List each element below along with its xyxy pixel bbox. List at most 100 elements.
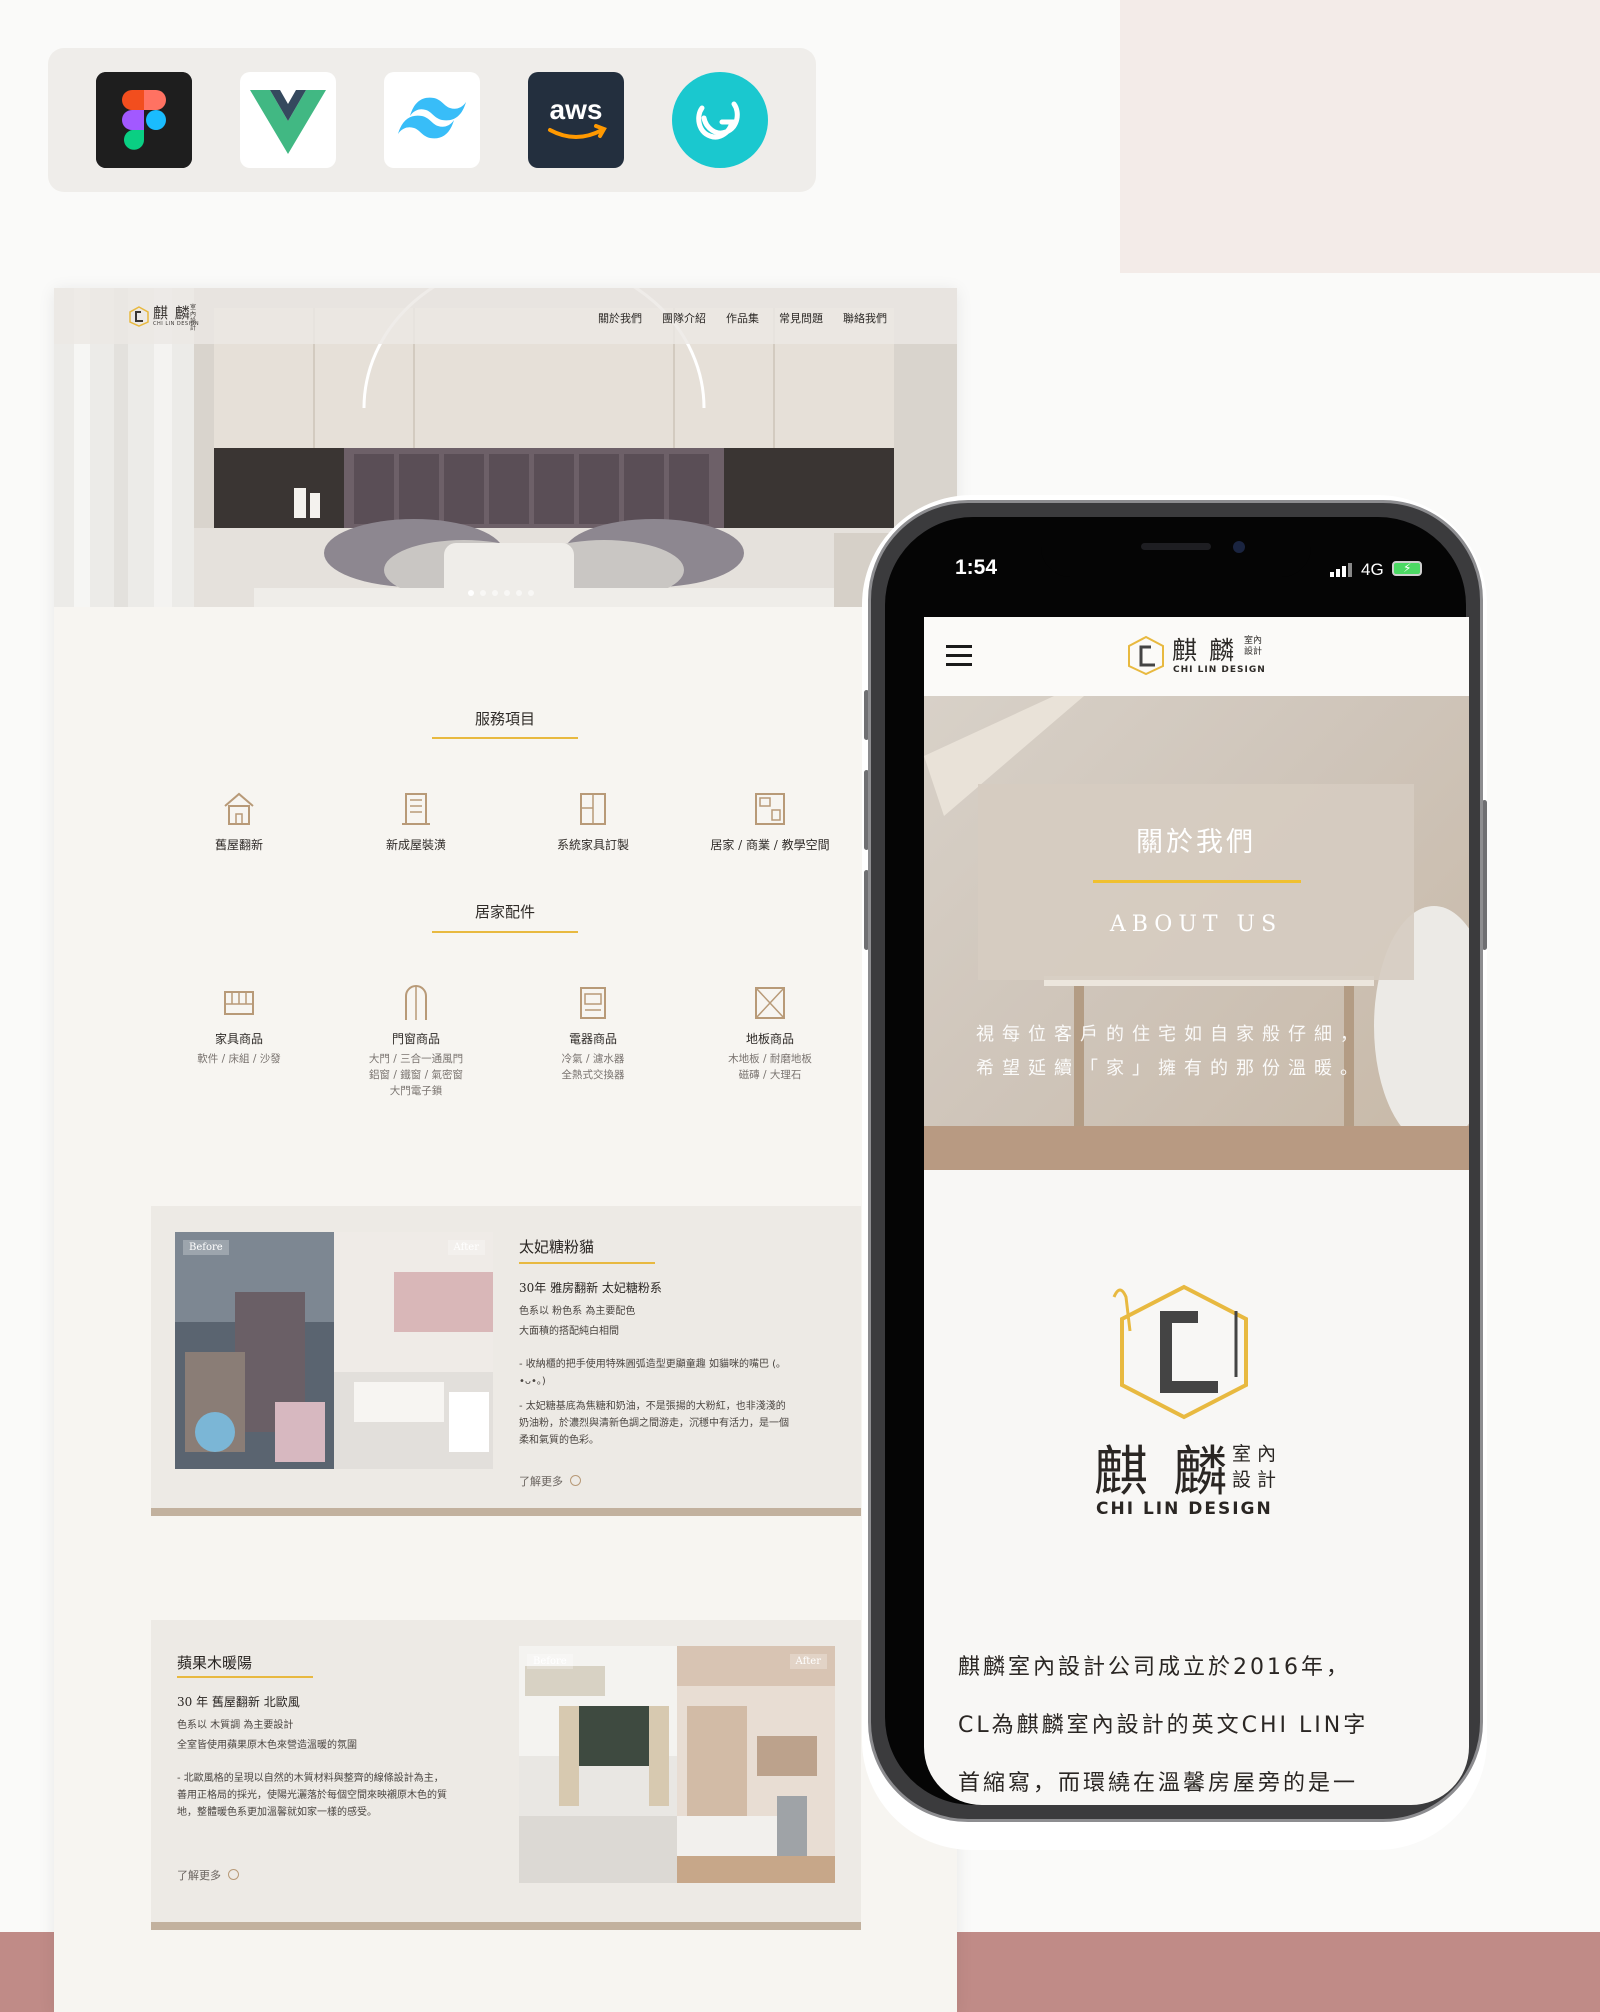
sofa-icon (224, 991, 254, 1015)
product-item[interactable]: 門窗商品 大門 / 三合一通風門 鋁窗 / 鐵窗 / 氣密窗 大門電子鎖 (341, 982, 491, 1099)
nav-link-team[interactable]: 團隊介紹 (662, 310, 706, 326)
after-tag: After (789, 1654, 827, 1669)
cabinet-icon (580, 793, 606, 825)
service-item[interactable]: 系統家具訂製 (518, 788, 668, 853)
signal-icon (1330, 563, 1352, 577)
desktop-nav-links: 關於我們 團隊介紹 作品集 常見問題 聯絡我們 (598, 310, 887, 326)
slider-dot[interactable] (504, 590, 510, 596)
case-paragraph: 大面積的搭配純白相間 (519, 1326, 619, 1337)
slider-dots (468, 590, 534, 596)
appliance-icon (580, 987, 606, 1019)
slider-dot[interactable] (492, 590, 498, 596)
before-tag: Before (183, 1240, 229, 1255)
logo-text: 麒 麟 (1172, 636, 1236, 665)
mobile-logo[interactable]: 麒 麟 室內設計 CHI LIN DESIGN (1125, 631, 1275, 679)
service-item[interactable]: 居家 / 商業 / 教學空間 (695, 788, 845, 853)
before-tag: Before (527, 1654, 573, 1669)
status-time: 1:54 (955, 556, 998, 579)
logo-text: 麒 麟 (153, 304, 191, 322)
nav-link-contact[interactable]: 聯絡我們 (843, 310, 887, 326)
phone-bezel: 麒 麟 室內設計 CHI LIN DESIGN 關於我們 ABOUT US 視每… (885, 517, 1469, 1805)
case-subtitle: 30年 雅房翻新 太妃糖粉系 (519, 1281, 662, 1295)
logo-text-en: CHI LIN DESIGN (1173, 665, 1266, 675)
big-logo-small-line: 室 內 (1232, 1443, 1277, 1465)
building-icon (402, 793, 430, 825)
tailwind-icon (384, 72, 480, 168)
product-item[interactable]: 地板商品 木地板 / 耐磨地板 磁磚 / 大理石 (695, 982, 845, 1083)
service-item[interactable]: 舊屋翻新 (164, 788, 314, 853)
slider-dot[interactable] (528, 590, 534, 596)
case-bullet: - 太妃糖基底為焦糖和奶油，不是張揚的大粉紅，也非淺淺的奶油粉，於濃烈與清新色調… (519, 1401, 789, 1446)
network-label: 4G (1361, 560, 1384, 579)
service-label: 居家 / 商業 / 教學空間 (710, 838, 830, 852)
case-paragraph: 全室皆使用蘋果原木色來營造溫暖的氛圍 (177, 1740, 357, 1751)
desktop-nav-bar: 麒 麟 室內設計 CHI LIN DESIGN 關於我們 團隊介紹 作品集 常見… (54, 288, 957, 344)
service-label: 系統家具訂製 (556, 838, 629, 852)
nav-link-portfolio[interactable]: 作品集 (726, 310, 759, 326)
hamburger-menu-icon[interactable] (946, 645, 972, 667)
after-photo: After (334, 1232, 493, 1469)
about-title-box: 關於我們 ABOUT US (978, 784, 1414, 980)
case-more-link[interactable]: 了解更多 (177, 1867, 239, 1883)
figma-icon (96, 72, 192, 168)
phone-frame: 麒 麟 室內設計 CHI LIN DESIGN 關於我們 ABOUT US 視每… (868, 500, 1483, 1822)
big-logo-en: CHI LIN DESIGN (1096, 1499, 1273, 1519)
product-label: 家具商品 (214, 1032, 263, 1046)
product-item[interactable]: 電器商品 冷氣 / 濾水器 全熱式交換器 (518, 982, 668, 1083)
door-icon (405, 985, 427, 1020)
product-desc-line: 全熱式交換器 (561, 1069, 625, 1081)
product-desc-line: 大門 / 三合一通風門 (368, 1053, 464, 1065)
about-hero: 關於我們 ABOUT US 視每位客戶的住宅如自家般仔細， 希望延續「家」擁有的… (924, 696, 1469, 1170)
vue-icon (240, 72, 336, 168)
slider-dot[interactable] (516, 590, 522, 596)
case-title-underline (519, 1262, 655, 1264)
case-bullet: - 收納櫃的把手使用特殊圓弧造型更顯童趣 如貓咪的嘴巴 (｡•ᴗ•｡) (519, 1359, 782, 1387)
after-photo: After (677, 1646, 835, 1883)
product-desc-line: 冷氣 / 濾水器 (561, 1053, 625, 1065)
slider-dot[interactable] (480, 590, 486, 596)
case-title: 太妃糖粉貓 (519, 1238, 595, 1256)
desktop-website-mockup: 麒 麟 室內設計 CHI LIN DESIGN 關於我們 團隊介紹 作品集 常見… (54, 288, 957, 2012)
case-paragraph: 色系以 木質調 為主要設計 (177, 1720, 294, 1731)
slider-dot[interactable] (468, 590, 474, 596)
product-item[interactable]: 家具商品 軟件 / 床組 / 沙發 (164, 982, 314, 1067)
more-link-label: 了解更多 (519, 1475, 563, 1488)
product-label: 門窗商品 (391, 1032, 440, 1046)
products-title-underline (432, 931, 578, 933)
desktop-logo[interactable]: 麒 麟 室內設計 CHI LIN DESIGN (128, 302, 218, 332)
service-item[interactable]: 新成屋裝潢 (341, 788, 491, 853)
case-more-link[interactable]: 了解更多 (519, 1473, 581, 1489)
cl-logo-icon (1128, 635, 1164, 676)
nav-link-faq[interactable]: 常見問題 (779, 310, 823, 326)
product-desc: 大門 / 三合一通風門 鋁窗 / 鐵窗 / 氣密窗 大門電子鎖 (341, 1051, 491, 1099)
product-desc-line: 磁磚 / 大理石 (738, 1069, 802, 1081)
services-title-underline (432, 737, 578, 739)
hero-slider: 麒 麟 室內設計 CHI LIN DESIGN 關於我們 團隊介紹 作品集 常見… (54, 288, 957, 607)
big-brand-logo: 麒 麟 室 內 設 計 CHI LIN DESIGN (1094, 1277, 1314, 1519)
phone-screen: 麒 麟 室內設計 CHI LIN DESIGN 關於我們 ABOUT US 視每… (924, 617, 1469, 1805)
logo-text-en: CHI LIN DESIGN (153, 321, 200, 327)
before-photo: Before (519, 1646, 677, 1883)
speaker-grille (1141, 543, 1211, 550)
services-title: 服務項目 (474, 710, 535, 728)
battery-charging-icon: ⚡ (1392, 561, 1422, 576)
big-logo-small-line: 設 計 (1232, 1469, 1277, 1491)
about-title: 關於我們 (1136, 827, 1256, 858)
background-blush-block (1120, 0, 1600, 273)
product-label: 電器商品 (568, 1032, 617, 1046)
nav-link-about[interactable]: 關於我們 (598, 310, 642, 326)
logo-text-small: 室內設計 (190, 304, 197, 332)
front-camera (1233, 541, 1245, 553)
space-icon (755, 793, 785, 825)
case-subtitle: 30 年 舊屋翻新 北歐風 (177, 1695, 300, 1709)
products-title: 居家配件 (474, 903, 535, 921)
service-label: 新成屋裝潢 (385, 838, 446, 852)
phone-notch (1041, 517, 1311, 577)
about-subtitle: ABOUT US (1109, 912, 1283, 937)
case-bullet: - 北歐風格的呈現以自然的木質材料與整齊的線條設計為主，善用正格局的採光，使陽光… (177, 1773, 447, 1818)
product-desc: 軟件 / 床組 / 沙發 (197, 1053, 281, 1065)
about-quote-line: 希望延續「家」擁有的那份溫暖。 (976, 1058, 1366, 1079)
cl-logo-icon (129, 306, 149, 327)
product-desc: 木地板 / 耐磨地板 磁磚 / 大理石 (695, 1051, 845, 1083)
product-label: 地板商品 (745, 1032, 794, 1046)
